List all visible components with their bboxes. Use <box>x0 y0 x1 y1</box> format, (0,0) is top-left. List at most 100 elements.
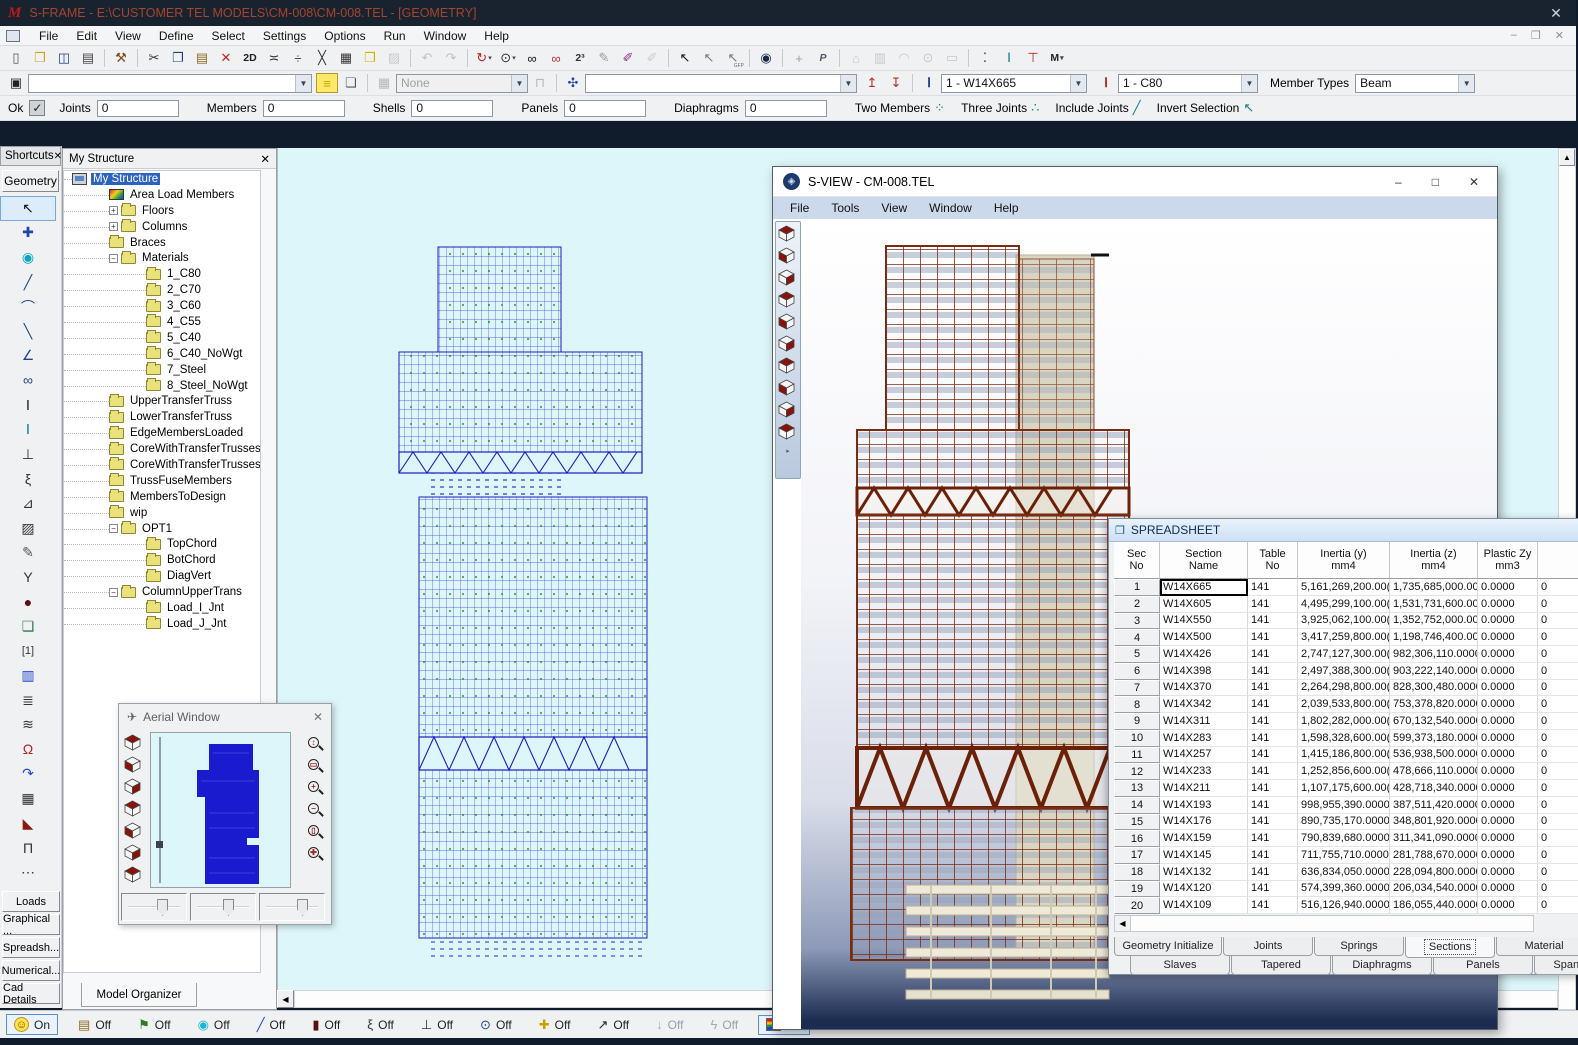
data-cell[interactable]: W14X145 <box>1160 847 1248 864</box>
numbered-box-icon[interactable]: [1] <box>0 639 56 664</box>
tree-item-botchord[interactable]: BotChord <box>64 552 260 568</box>
data-cell[interactable]: 141 <box>1248 680 1298 697</box>
move-joints-icon[interactable]: ✚ <box>0 221 56 246</box>
organizer-header[interactable]: My Structure ✕ <box>63 149 276 169</box>
data-cell[interactable]: 0 <box>1538 797 1578 814</box>
data-cell[interactable]: 0.0000 <box>1478 780 1538 797</box>
cube-10-icon[interactable] <box>778 423 798 443</box>
toolstrip-expand-icon[interactable]: ▸ <box>786 447 790 455</box>
mdi-restore-button[interactable]: ❐ <box>1531 29 1541 42</box>
view-cube-iso-icon[interactable] <box>124 866 144 886</box>
row-number-cell[interactable]: 15 <box>1114 814 1160 831</box>
row-number-cell[interactable]: 9 <box>1114 713 1160 730</box>
view-cube-bottom-icon[interactable] <box>124 844 144 864</box>
data-cell[interactable]: 1,531,731,600.00( <box>1390 596 1478 613</box>
data-cell[interactable]: 0.0000 <box>1478 881 1538 898</box>
data-cell[interactable]: 0.0000 <box>1478 663 1538 680</box>
cube-7-icon[interactable] <box>778 357 798 377</box>
sview-title-bar[interactable]: ◈ S-VIEW - CM-008.TEL –□✕ <box>773 167 1497 197</box>
data-cell[interactable]: 2,264,298,800.00( <box>1298 680 1390 697</box>
data-cell[interactable]: 0 <box>1538 596 1578 613</box>
hatch-wall-icon[interactable]: ▥ <box>0 663 56 688</box>
row-number-cell[interactable]: 6 <box>1114 663 1160 680</box>
row-number-cell[interactable]: 8 <box>1114 696 1160 713</box>
menu-item-help[interactable]: Help <box>475 29 518 43</box>
data-cell[interactable]: W14X132 <box>1160 864 1248 881</box>
geometry-mode-button[interactable]: Geometry <box>2 170 59 192</box>
mdi-minimize-button[interactable]: – <box>1511 29 1517 42</box>
button-numerical[interactable]: Numerical... <box>2 960 60 981</box>
data-cell[interactable]: 982,306,110.0000 <box>1390 646 1478 663</box>
tree-item-uppertransfertruss[interactable]: UpperTransferTruss <box>64 393 260 409</box>
sview-menu-item-help[interactable]: Help <box>983 201 1030 215</box>
invert-selection-icon[interactable]: ↖ <box>1243 100 1254 116</box>
tree-item-memberstodesign[interactable]: MembersToDesign <box>64 489 260 505</box>
tab-diaphragms[interactable]: Diaphragms <box>1332 956 1432 975</box>
open-file-icon[interactable]: ❒ <box>29 48 51 68</box>
data-cell[interactable]: 574,399,360.0000 <box>1298 881 1390 898</box>
data-cell[interactable]: 0.0000 <box>1478 864 1538 881</box>
data-cell[interactable]: 0 <box>1538 646 1578 663</box>
data-cell[interactable]: 0.0000 <box>1478 730 1538 747</box>
data-cell[interactable]: 998,955,390.0000 <box>1298 797 1390 814</box>
spreadsheet-title-bar[interactable]: ❐ SPREADSHEET <box>1109 519 1578 542</box>
button-loads[interactable]: Loads <box>2 891 60 912</box>
data-cell[interactable]: 0 <box>1538 680 1578 697</box>
data-cell[interactable]: W14X120 <box>1160 881 1248 898</box>
data-cell[interactable]: 141 <box>1248 763 1298 780</box>
tree-item-trussfusemembers[interactable]: TrussFuseMembers <box>64 473 260 489</box>
chevron-down-icon[interactable]: ▼ <box>1070 75 1086 92</box>
menu-item-window[interactable]: Window <box>415 29 476 43</box>
close-icon[interactable]: ✕ <box>260 152 270 166</box>
shells-count-field[interactable]: 0 <box>411 100 493 117</box>
support-incline-icon[interactable]: ⊿ <box>0 491 56 516</box>
print-queue-toggle[interactable]: ▤Off <box>71 1016 118 1034</box>
data-cell[interactable]: W14X342 <box>1160 696 1248 713</box>
data-cell[interactable]: 141 <box>1248 864 1298 881</box>
select-pointer-icon[interactable]: ↖ <box>0 196 56 221</box>
data-cell[interactable]: 790,839,680.0000 <box>1298 830 1390 847</box>
stamp-toggle[interactable]: ⚑Off <box>131 1016 177 1034</box>
data-cell[interactable]: 228,094,800.0000 <box>1390 864 1478 881</box>
view-cube-back-icon[interactable] <box>124 822 144 842</box>
row-number-cell[interactable]: 5 <box>1114 646 1160 663</box>
cube-9-icon[interactable] <box>778 401 798 421</box>
tab-sections[interactable]: Sections <box>1405 937 1495 958</box>
data-cell[interactable]: W14X500 <box>1160 629 1248 646</box>
intersect-members-icon[interactable]: ╳ <box>311 48 333 68</box>
cube-8-icon[interactable] <box>778 379 798 399</box>
section-view-icon[interactable]: ⊤ <box>1022 48 1044 68</box>
data-cell[interactable]: W14X665 <box>1160 579 1248 596</box>
tree-item-columnuppertrans[interactable]: −ColumnUpperTrans <box>64 584 260 600</box>
annotate-pen-icon[interactable]: ✎ <box>0 540 56 565</box>
row-number-cell[interactable]: 20 <box>1114 897 1160 914</box>
menu-item-define[interactable]: Define <box>150 29 203 43</box>
data-cell[interactable]: W14X605 <box>1160 596 1248 613</box>
data-cell[interactable]: 4,495,299,100.00( <box>1298 596 1390 613</box>
camera-icon[interactable]: ▣ <box>5 73 27 93</box>
data-cell[interactable]: 890,735,170.0000 <box>1298 814 1390 831</box>
panels-count-field[interactable]: 0 <box>564 100 646 117</box>
slider-thumb[interactable] <box>223 899 234 916</box>
select-outline-icon[interactable]: ↖ <box>698 48 720 68</box>
tab-material[interactable]: Material <box>1496 937 1578 956</box>
sview-menu-item-view[interactable]: View <box>870 201 918 215</box>
zoom-in-icon[interactable]: + <box>307 780 325 798</box>
data-cell[interactable]: 0.0000 <box>1478 763 1538 780</box>
ok-checkbox[interactable]: ✓ <box>29 100 45 116</box>
cube-2-icon[interactable] <box>778 247 798 267</box>
sview-close-button[interactable]: ✕ <box>1469 175 1479 189</box>
three-joints-icon[interactable]: ∴ <box>1031 100 1039 116</box>
tab-model-organizer[interactable]: Model Organizer <box>81 983 197 1007</box>
chevron-down-icon[interactable]: ▼ <box>1458 75 1474 92</box>
aerial-preview-canvas[interactable] <box>150 732 291 888</box>
chevron-down-icon[interactable]: ▼ <box>1241 75 1257 92</box>
data-cell[interactable]: 0 <box>1538 747 1578 764</box>
data-cell[interactable]: 0 <box>1538 780 1578 797</box>
collapse-icon[interactable]: − <box>109 524 118 533</box>
sview-menu-item-window[interactable]: Window <box>918 201 983 215</box>
data-cell[interactable]: 0 <box>1538 897 1578 914</box>
tree-item-3-c60[interactable]: 3_C60 <box>64 298 260 314</box>
data-cell[interactable]: 3,925,062,100.00( <box>1298 613 1390 630</box>
panel-mesh-icon[interactable]: ▨ <box>0 516 56 541</box>
